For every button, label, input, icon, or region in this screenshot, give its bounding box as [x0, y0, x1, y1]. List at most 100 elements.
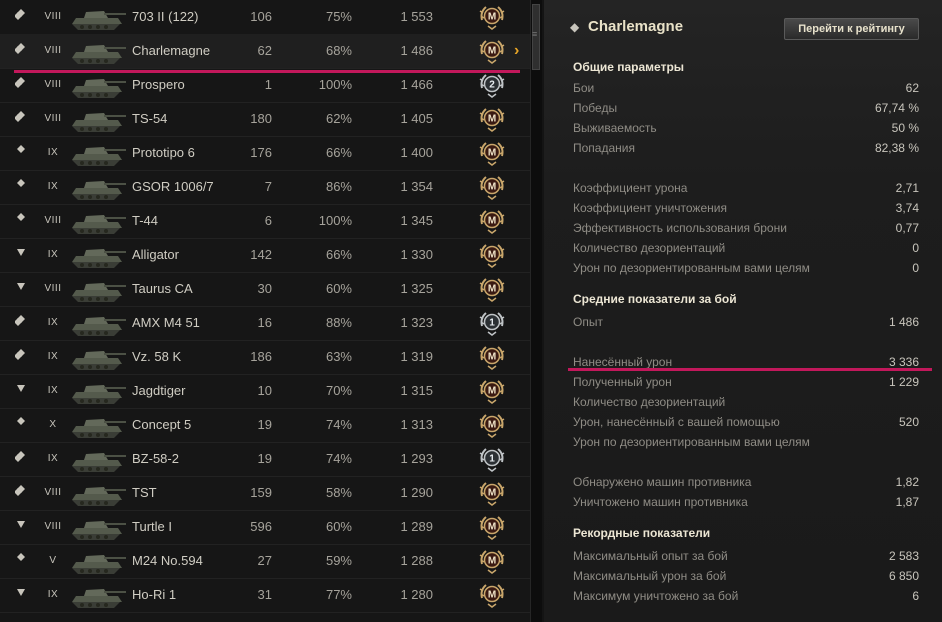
svg-text:M: M [488, 46, 496, 57]
mastery-badge-icon: M [478, 378, 506, 404]
svg-text:M: M [488, 488, 496, 499]
tank-image [68, 274, 128, 304]
tank-image [68, 546, 128, 576]
stat-row: Максимум уничтожено за бой 6 [573, 586, 919, 606]
vehicle-list-scrollbar[interactable] [530, 0, 542, 622]
vehicle-row[interactable]: IX BZ-58-2 19 74% 1 293 1 [0, 442, 530, 477]
vehicle-battles: 31 [257, 587, 272, 602]
vehicle-row[interactable]: VIII Turtle I 596 60% 1 289 M [0, 510, 530, 545]
stat-value: 1,87 [895, 495, 919, 509]
vehicle-avg-exp: 1 330 [400, 247, 433, 262]
vehicle-row[interactable]: VIII Taurus CA 30 60% 1 325 M [0, 272, 530, 307]
vehicle-avg-exp: 1 280 [400, 587, 433, 602]
section-title: Рекордные показатели [573, 526, 711, 540]
vehicle-battles: 142 [250, 247, 272, 262]
vehicle-tier: V [49, 555, 57, 566]
vehicle-battles: 62 [257, 43, 272, 58]
vehicle-row[interactable]: IX Vz. 58 K 186 63% 1 319 M [0, 340, 530, 375]
svg-text:M: M [488, 352, 496, 363]
go-to-rating-button[interactable]: Перейти к рейтингу [784, 18, 919, 40]
medium-tank-icon [14, 306, 28, 340]
light-tank-icon [14, 544, 28, 578]
stat-value: 1 486 [888, 315, 919, 329]
stat-row: Попадания 82,38 % [573, 138, 919, 158]
vehicle-row[interactable]: VIII TST 159 58% 1 290 M [0, 476, 530, 511]
vehicle-battles: 186 [250, 349, 272, 364]
mastery-badge-icon: M [478, 344, 506, 370]
scrollbar-thumb[interactable] [532, 4, 540, 70]
vehicle-row[interactable]: VIII TS-54 180 62% 1 405 M [0, 102, 530, 137]
stat-value: 82,38 % [874, 141, 919, 155]
vehicle-row[interactable]: IX Prototipo 6 176 66% 1 400 M [0, 136, 530, 171]
vehicle-row[interactable]: V M24 No.594 27 59% 1 288 M [0, 544, 530, 579]
stat-label: Бои [573, 81, 595, 95]
svg-text:2: 2 [489, 80, 495, 91]
vehicle-row[interactable]: VIII 703 II (122) 106 75% 1 553 M [0, 0, 530, 35]
vehicle-battles: 10 [257, 383, 272, 398]
vehicle-winrate: 58% [325, 485, 352, 500]
stat-label: Максимальный урон за бой [573, 569, 727, 583]
stat-value: 6 850 [888, 569, 919, 583]
vehicle-avg-exp: 1 405 [400, 111, 433, 126]
stat-label: Выживаемость [573, 121, 657, 135]
svg-text:M: M [488, 386, 496, 397]
vehicle-battles: 27 [257, 553, 272, 568]
mastery-badge-icon: M [478, 480, 506, 506]
vehicle-row[interactable]: VIII Charlemagne 62 68% 1 486 M › [0, 34, 530, 69]
stat-label: Количество дезориентаций [573, 395, 726, 409]
vehicle-row[interactable]: IX Alligator 142 66% 1 330 M [0, 238, 530, 273]
stat-row: Количество дезориентаций [573, 392, 919, 412]
svg-text:M: M [488, 522, 496, 533]
stat-row: Бои 62 [573, 78, 919, 98]
vehicle-winrate: 70% [325, 383, 352, 398]
vehicle-avg-exp: 1 553 [400, 9, 433, 24]
vehicle-row[interactable]: IX AMX M4 51 16 88% 1 323 1 [0, 306, 530, 341]
tank-image [68, 376, 128, 406]
vehicle-row[interactable]: VIII Prospero 1 100% 1 466 2 [0, 68, 530, 103]
section-title: Общие параметры [573, 60, 685, 74]
stat-row: Урон по дезориентированным вами целям [573, 432, 919, 452]
vehicle-battles: 1 [264, 77, 272, 92]
vehicle-row[interactable]: IX Jagdtiger 10 70% 1 315 M [0, 374, 530, 409]
vehicle-avg-exp: 1 466 [400, 77, 433, 92]
stat-row: Максимальный опыт за бой 2 583 [573, 546, 919, 566]
vehicle-row[interactable]: VIII T-44 6 100% 1 345 M [0, 204, 530, 239]
mastery-badge-icon: M [478, 208, 506, 234]
vehicle-winrate: 88% [325, 315, 352, 330]
vehicle-tier: VIII [44, 45, 62, 56]
tank-image [68, 70, 128, 100]
stat-row: Максимальный урон за бой 6 850 [573, 566, 919, 586]
vehicle-tier: IX [47, 453, 59, 464]
medium-tank-icon: ◆ [570, 20, 580, 34]
chevron-right-icon: › [514, 42, 520, 59]
vehicle-battles: 176 [250, 145, 272, 160]
tank-image [68, 138, 128, 168]
stat-label: Эффективность использования брони [573, 221, 787, 235]
vehicle-battles: 180 [250, 111, 272, 126]
stat-row: Коэффициент уничтожения 3,74 [573, 198, 919, 218]
damage-highlight-underline [568, 368, 932, 371]
medium-tank-icon [14, 34, 28, 68]
tank-image [68, 240, 128, 270]
vehicle-avg-exp: 1 354 [400, 179, 433, 194]
mastery-badge-icon: 1 [478, 446, 506, 472]
vehicle-tier: VIII [44, 283, 62, 294]
stat-row: Выживаемость 50 % [573, 118, 919, 138]
vehicle-row[interactable]: IX Ho-Ri 1 31 77% 1 280 M [0, 578, 530, 613]
vehicle-row[interactable]: X Concept 5 19 74% 1 313 M [0, 408, 530, 443]
vehicle-avg-exp: 1 319 [400, 349, 433, 364]
vehicle-avg-exp: 1 345 [400, 213, 433, 228]
medium-tank-icon [14, 340, 28, 374]
stat-row: Обнаружено машин противника 1,82 [573, 472, 919, 492]
vehicle-winrate: 86% [325, 179, 352, 194]
mastery-badge-icon: M [478, 106, 506, 132]
svg-text:M: M [488, 114, 496, 125]
tank-destroyer-icon [14, 510, 28, 544]
vehicle-row[interactable]: IX GSOR 1006/7 7 86% 1 354 M [0, 170, 530, 205]
vehicle-avg-exp: 1 323 [400, 315, 433, 330]
stat-label: Обнаружено машин противника [573, 475, 752, 489]
mastery-badge-icon: 1 [478, 310, 506, 336]
mastery-badge-icon: M [478, 174, 506, 200]
vehicle-tier: VIII [44, 487, 62, 498]
vehicle-winrate: 68% [325, 43, 352, 58]
